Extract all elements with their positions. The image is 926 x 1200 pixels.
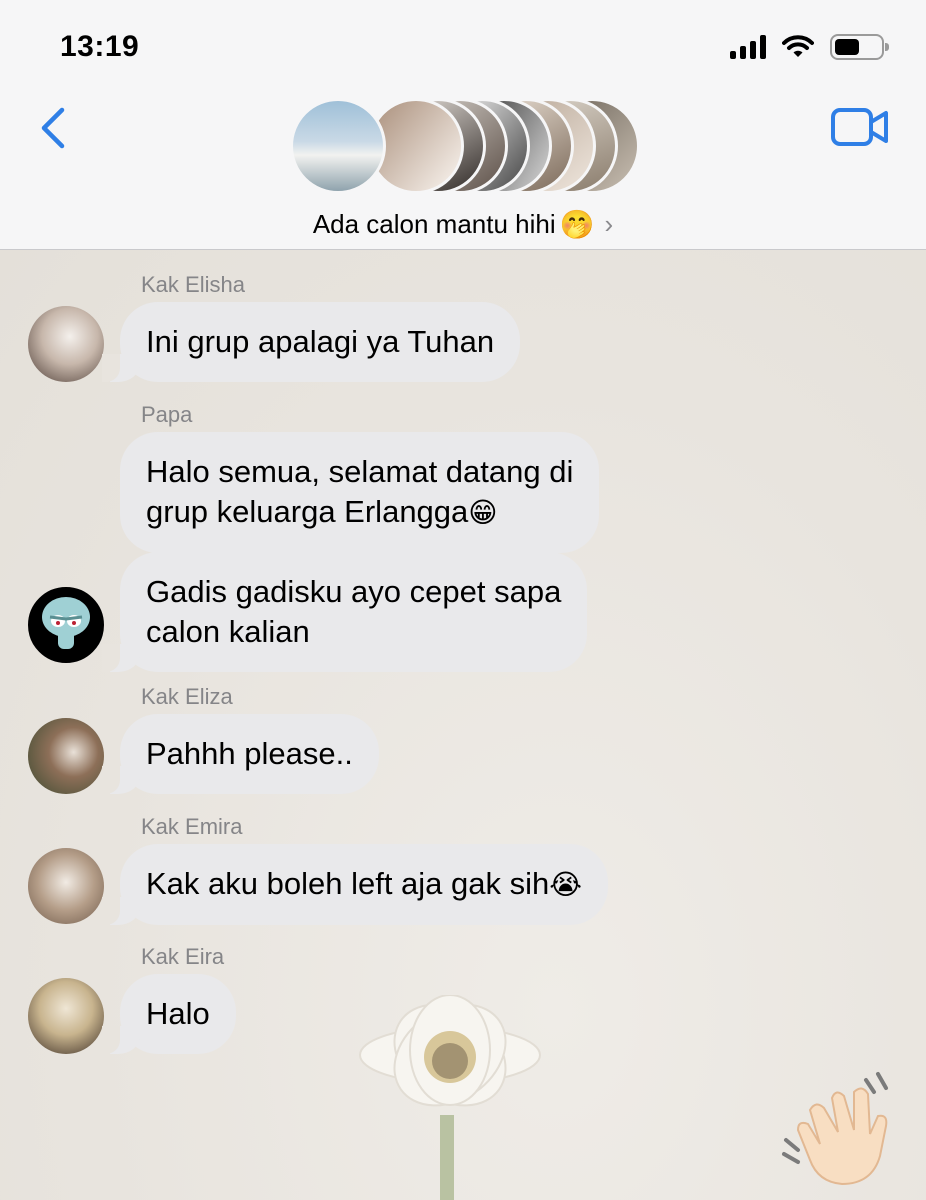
chevron-right-icon: › [604,209,614,239]
grinning-face-emoji: 😁 [468,496,498,529]
battery-icon [830,34,889,60]
message-text: Gadis gadisku ayo cepet sapa calon kalia… [146,574,562,649]
video-camera-icon [831,108,888,146]
avatar[interactable] [28,718,104,794]
message-bubble[interactable]: Kak aku boleh left aja gak sih😭 [102,844,608,925]
group-name: Ada calon mantu hihi [312,209,556,239]
waving-hand-icon [782,1072,888,1186]
status-time: 13:19 [60,30,140,63]
chevron-left-icon [41,107,65,149]
status-icons [730,34,889,60]
sender-name: Kak Elisha [141,272,245,297]
message-bubble[interactable]: Pahhh please.. [102,714,379,794]
sender-name: Kak Emira [141,814,243,839]
hand-over-mouth-emoji: 🤭 [559,208,595,241]
member-avatar [290,98,386,194]
group-avatar-stack[interactable] [290,98,640,194]
message-bubble[interactable]: Halo semua, selamat datang di grup kelua… [120,432,600,553]
message-text: Kak aku boleh left aja gak sih [146,866,550,901]
chat-area[interactable]: Kak Elisha Ini grup apalagi ya Tuhan Pap… [0,250,926,1200]
message-text: Pahhh please.. [146,736,353,771]
sender-name: Kak Eliza [141,684,233,709]
avatar[interactable] [28,848,104,924]
wifi-icon [782,35,814,57]
chat-header: 13:19 Ada calon mantu hihi 🤭 › [0,0,926,250]
back-button[interactable] [34,104,74,152]
message-text: Halo semua, selamat datang di grup kelua… [146,454,574,529]
message-text: Ini grup apalagi ya Tuhan [146,324,495,359]
flower-wallpaper [359,995,541,1200]
group-name-button[interactable]: Ada calon mantu hihi 🤭 › [0,208,926,241]
cellular-signal-icon [730,35,766,59]
sender-name: Papa [141,402,193,427]
sender-name: Kak Eira [141,944,225,969]
message-bubble[interactable]: Ini grup apalagi ya Tuhan [101,302,521,382]
message-bubble[interactable]: Halo [102,974,236,1054]
message-bubble[interactable]: Gadis gadisku ayo cepet sapa calon kalia… [101,552,588,672]
squidward-avatar-icon [42,597,90,649]
avatar[interactable] [28,587,104,663]
battery-level [835,39,860,55]
message-text: Halo [146,996,210,1031]
video-call-button[interactable] [830,106,890,148]
avatar[interactable] [28,978,104,1054]
avatar[interactable] [28,306,104,382]
loudly-crying-face-emoji: 😭 [549,868,582,901]
